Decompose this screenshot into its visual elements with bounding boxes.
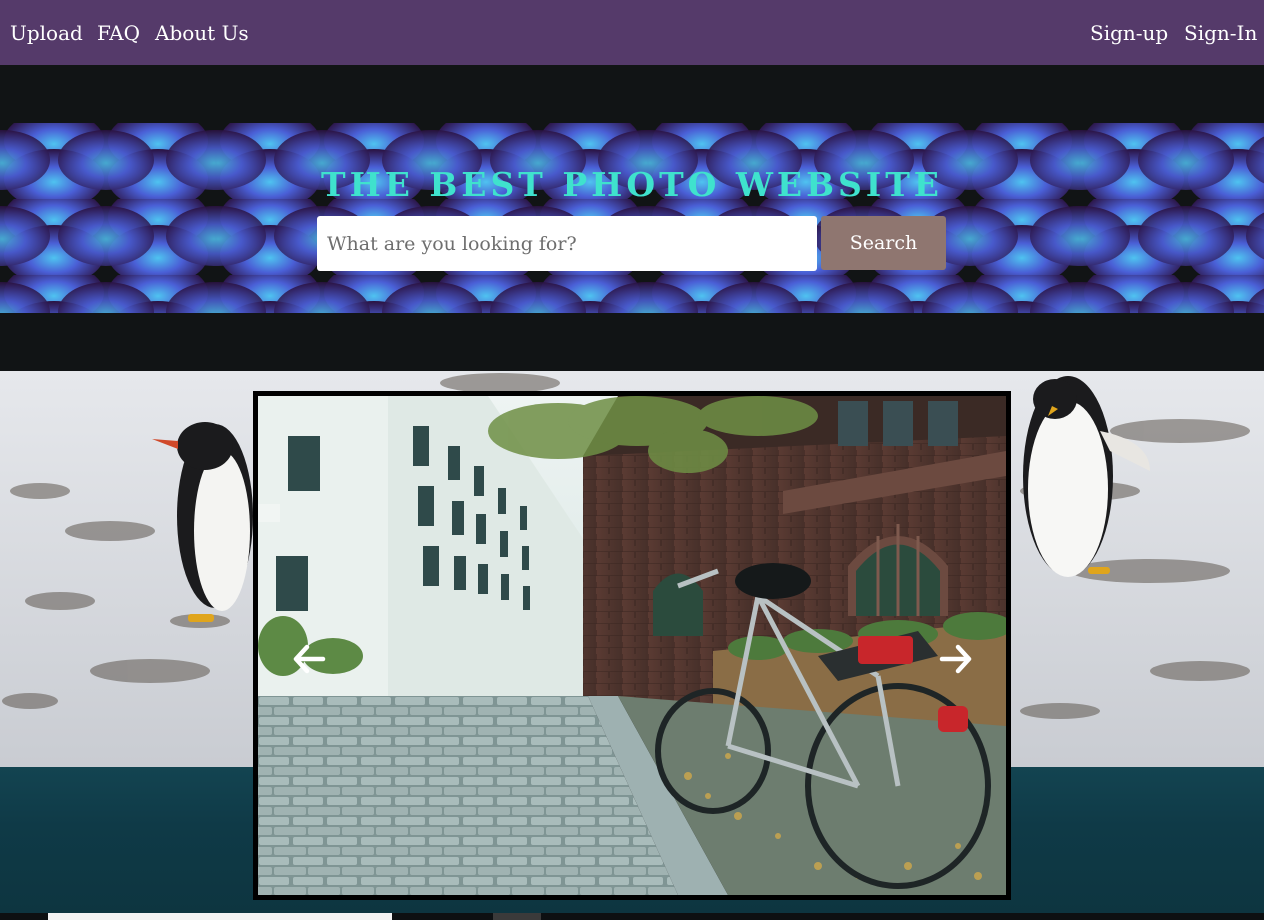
nav-link-sign-up[interactable]: Sign-up [1090,18,1168,48]
top-navbar: Upload FAQ About Us Sign-up Sign-In [0,0,1264,65]
search-input[interactable] [317,216,817,271]
bottom-strip-block [48,913,392,920]
nav-link-sign-in[interactable]: Sign-In [1184,18,1257,48]
arrow-left-icon[interactable] [291,641,327,677]
arrow-right-icon[interactable] [938,641,974,677]
search-button[interactable]: Search [821,216,946,270]
nav-link-faq[interactable]: FAQ [97,18,140,48]
nav-link-upload[interactable]: Upload [10,18,83,48]
hero-banner: The Best Photo Website Search [0,65,1264,371]
nav-link-about-us[interactable]: About Us [155,18,249,48]
site-title: The Best Photo Website [321,165,943,204]
bottom-strip-block [493,913,541,920]
photo-carousel [253,391,1011,900]
carousel-photo [258,396,1006,895]
